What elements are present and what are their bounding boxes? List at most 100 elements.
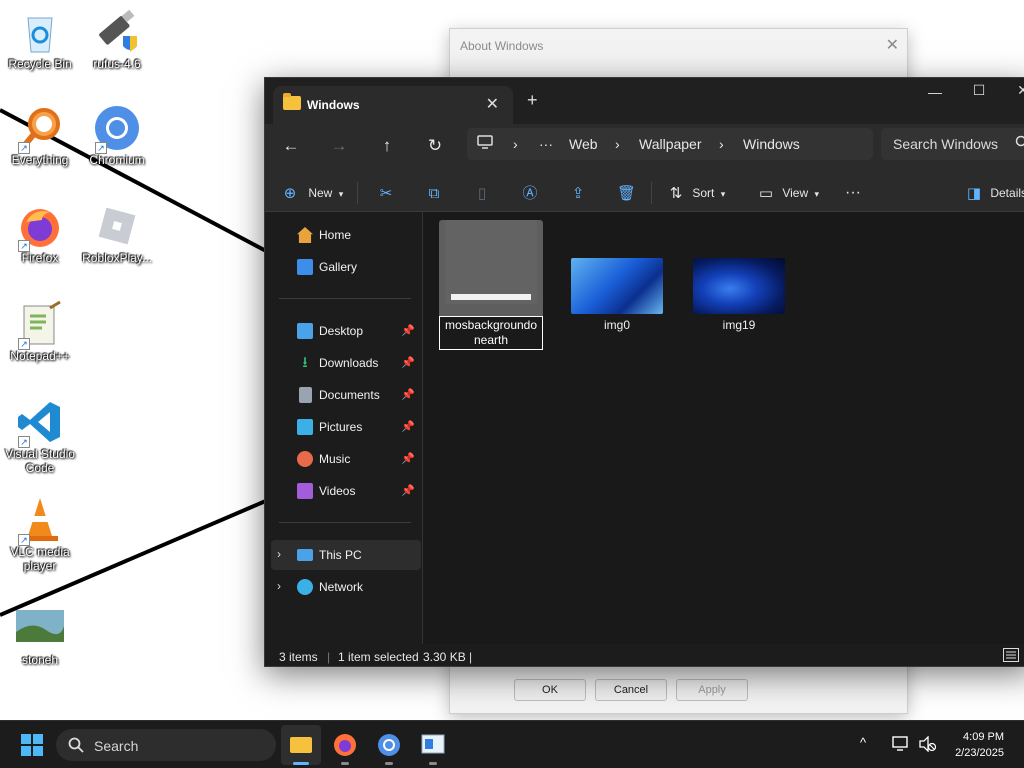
up-button[interactable]: ↑ bbox=[373, 136, 401, 162]
file-item[interactable]: img0 bbox=[565, 258, 669, 332]
desktop-icon-recycle-bin[interactable]: Recycle Bin bbox=[0, 8, 80, 71]
sidebar-item-home[interactable]: Home bbox=[271, 220, 421, 250]
sidebar-item-videos[interactable]: Videos 📌 bbox=[271, 476, 421, 506]
view-button[interactable]: ▭ View ▾ bbox=[757, 182, 819, 204]
apply-button[interactable]: Apply bbox=[676, 679, 748, 701]
toolbar-divider bbox=[357, 182, 358, 204]
desktop-icon-label: Recycle Bin bbox=[8, 57, 72, 71]
running-indicator bbox=[293, 762, 309, 765]
sidebar-item-gallery[interactable]: Gallery bbox=[271, 252, 421, 282]
breadcrumb-web[interactable]: Web bbox=[569, 136, 598, 152]
chevron-right-icon[interactable]: › bbox=[277, 547, 281, 561]
desktop-icon-vlc[interactable]: ↗ VLC media player bbox=[0, 496, 80, 573]
taskbar-file-explorer[interactable] bbox=[281, 725, 321, 765]
minimize-button[interactable]: — bbox=[915, 84, 955, 100]
usb-drive-icon bbox=[93, 8, 141, 56]
pin-icon: 📌 bbox=[401, 389, 415, 401]
sidebar-item-label: Documents bbox=[319, 388, 380, 402]
chevron-down-icon: ▾ bbox=[720, 189, 726, 199]
sidebar-item-documents[interactable]: Documents 📌 bbox=[271, 380, 421, 410]
tab-title: Windows bbox=[307, 98, 360, 112]
file-thumbnail bbox=[571, 258, 663, 314]
breadcrumb-more[interactable]: ··· bbox=[539, 136, 553, 152]
desktop-icon-rufus[interactable]: rufus-4.6 bbox=[77, 8, 157, 71]
more-options-button[interactable]: ··· bbox=[845, 182, 861, 204]
sidebar-item-downloads[interactable]: ⭳ Downloads 📌 bbox=[271, 348, 421, 378]
desktop-icon-roblox[interactable]: RobloxPlay... bbox=[77, 202, 157, 265]
clipboard-icon: ▯ bbox=[477, 184, 487, 202]
start-button[interactable] bbox=[12, 725, 52, 765]
selected-count: 1 item selected bbox=[338, 650, 419, 664]
desktop-icon-label: rufus-4.6 bbox=[93, 57, 141, 71]
new-tab-button[interactable]: + bbox=[527, 90, 538, 111]
close-tab-icon[interactable]: ✕ bbox=[486, 94, 499, 114]
file-item-selected[interactable]: mosbackgroundonearth bbox=[439, 220, 543, 350]
paste-button[interactable]: ▯ bbox=[473, 182, 491, 204]
file-explorer-window[interactable]: Windows ✕ + — ☐ ✕ ← → ↑ ↻ › ··· Web › Wa… bbox=[264, 77, 1024, 667]
sort-button[interactable]: ⇅ Sort ▾ bbox=[667, 182, 726, 204]
taskbar-search-label: Search bbox=[94, 738, 139, 754]
close-icon[interactable]: ✕ bbox=[886, 35, 899, 55]
desktop-icon-stoneh[interactable]: stoneh bbox=[0, 604, 80, 667]
chevron-right-icon[interactable]: › bbox=[277, 579, 281, 593]
desktop-icon-label: Visual Studio Code bbox=[5, 447, 75, 475]
sidebar-item-pictures[interactable]: Pictures 📌 bbox=[271, 412, 421, 442]
ok-button[interactable]: OK bbox=[514, 679, 586, 701]
desktop-icon-firefox[interactable]: ↗ Firefox bbox=[0, 202, 80, 265]
sidebar-item-desktop[interactable]: Desktop 📌 bbox=[271, 316, 421, 346]
taskbar-chromium[interactable] bbox=[369, 725, 409, 765]
rename-button[interactable]: Ⓐ bbox=[521, 182, 539, 204]
sidebar-item-network[interactable]: › Network bbox=[271, 572, 421, 602]
folder-icon bbox=[290, 737, 312, 753]
navigation-bar: ← → ↑ ↻ › ··· Web › Wallpaper › Windows … bbox=[265, 124, 1024, 174]
desktop-icon-vscode[interactable]: ↗ Visual Studio Code bbox=[0, 398, 80, 475]
search-icon bbox=[68, 737, 84, 753]
breadcrumb-separator: › bbox=[615, 136, 620, 152]
desktop-icon-chromium[interactable]: ↗ Chromium bbox=[77, 104, 157, 167]
taskbar-firefox[interactable] bbox=[325, 725, 365, 765]
details-view-icon[interactable] bbox=[1003, 648, 1019, 665]
delete-button[interactable]: 🗑 bbox=[617, 182, 636, 204]
file-list: mosbackgroundonearth img0 img19 bbox=[425, 212, 1024, 644]
maximize-button[interactable]: ☐ bbox=[959, 82, 999, 99]
file-name: img19 bbox=[722, 318, 756, 332]
show-hidden-icons[interactable]: ^ bbox=[860, 735, 866, 750]
taskbar-search[interactable]: Search bbox=[56, 729, 276, 761]
display-icon[interactable] bbox=[892, 736, 910, 755]
details-button[interactable]: ◨ Details bbox=[965, 182, 1024, 204]
selected-size: 3.30 KB bbox=[423, 650, 466, 664]
breadcrumb-windows[interactable]: Windows bbox=[743, 136, 800, 152]
network-icon bbox=[297, 579, 313, 595]
file-thumbnail bbox=[693, 258, 785, 314]
address-bar[interactable]: › ··· Web › Wallpaper › Windows bbox=[467, 128, 873, 160]
taskbar-system-properties[interactable] bbox=[413, 725, 453, 765]
refresh-button[interactable]: ↻ bbox=[421, 136, 449, 162]
desktop-icon-everything[interactable]: ↗ Everything bbox=[0, 104, 80, 167]
copy-icon: ⧉ bbox=[428, 184, 440, 202]
system-clock[interactable]: 4:09 PM 2/23/2025 bbox=[955, 729, 1004, 761]
breadcrumb-wallpaper[interactable]: Wallpaper bbox=[639, 136, 702, 152]
cancel-button[interactable]: Cancel bbox=[595, 679, 667, 701]
divider bbox=[279, 522, 411, 523]
rename-input[interactable]: mosbackgroundonearth bbox=[439, 316, 543, 350]
copy-button[interactable]: ⧉ bbox=[425, 182, 443, 204]
forward-button[interactable]: → bbox=[325, 136, 353, 162]
sidebar-item-label: Home bbox=[319, 228, 352, 242]
sidebar-item-music[interactable]: Music 📌 bbox=[271, 444, 421, 474]
computer-icon bbox=[297, 549, 313, 561]
share-button[interactable]: ⇪ bbox=[569, 182, 587, 204]
cut-button[interactable]: ✂ bbox=[377, 182, 395, 204]
video-icon bbox=[297, 483, 313, 499]
desktop-icon-label: Notepad++ bbox=[10, 349, 70, 363]
close-window-button[interactable]: ✕ bbox=[1003, 82, 1024, 99]
back-button[interactable]: ← bbox=[277, 136, 305, 162]
pin-icon: 📌 bbox=[401, 357, 415, 369]
search-box[interactable]: Search Windows bbox=[881, 128, 1024, 160]
new-button[interactable]: ⊕ New ▾ bbox=[281, 182, 344, 204]
sidebar-item-this-pc[interactable]: › This PC bbox=[271, 540, 421, 570]
tab-windows[interactable]: Windows ✕ bbox=[273, 86, 513, 124]
desktop-icon-notepadpp[interactable]: ↗ Notepad++ bbox=[0, 300, 80, 363]
file-item[interactable]: img19 bbox=[687, 258, 791, 332]
search-input[interactable]: Search Windows bbox=[893, 136, 998, 152]
muted-volume-icon[interactable] bbox=[918, 735, 937, 755]
